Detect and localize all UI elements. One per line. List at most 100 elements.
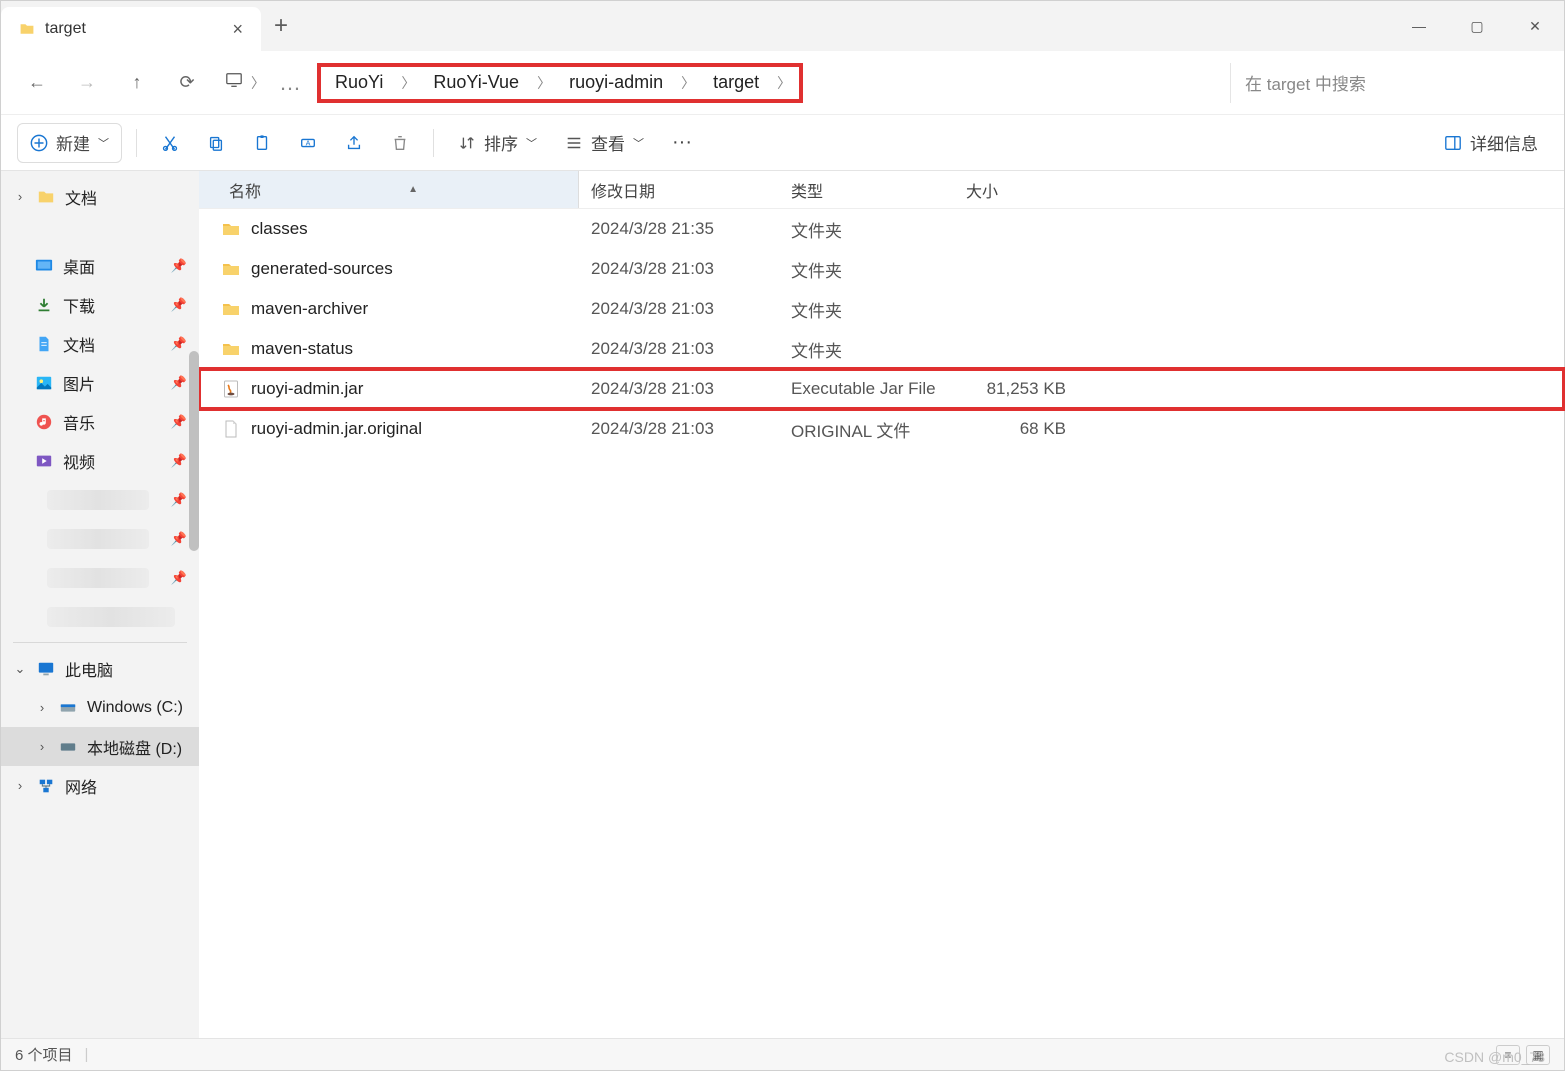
pin-icon: 📌 xyxy=(171,492,187,508)
file-type: ORIGINAL 文件 xyxy=(779,417,954,442)
up-button[interactable]: ↑ xyxy=(115,61,159,105)
details-pane-button[interactable]: 详细信息 xyxy=(1434,123,1548,163)
new-tab-button[interactable]: + xyxy=(261,1,301,51)
sort-ascending-icon: ▲ xyxy=(408,184,418,195)
share-button[interactable] xyxy=(335,123,373,163)
chevron-down-icon: ﹀ xyxy=(633,135,644,151)
monitor-icon xyxy=(225,71,243,94)
tab-close-icon[interactable]: × xyxy=(232,19,243,40)
search-input[interactable]: 在 target 中搜索 xyxy=(1230,63,1550,103)
column-date[interactable]: 修改日期 xyxy=(579,178,779,202)
breadcrumb-part[interactable]: target xyxy=(703,68,769,97)
file-size: 81,253 KB xyxy=(954,379,1084,399)
sidebar-label: Windows (C:) xyxy=(87,699,183,717)
sidebar-item-network[interactable]: › 网络 xyxy=(1,766,199,805)
sidebar-item-desktop[interactable]: 桌面 📌 xyxy=(1,246,199,285)
forward-button[interactable]: → xyxy=(65,61,109,105)
delete-button[interactable] xyxy=(381,123,419,163)
breadcrumb-part[interactable]: ruoyi-admin xyxy=(559,68,673,97)
details-pane-label: 详细信息 xyxy=(1470,130,1538,155)
pin-icon: 📌 xyxy=(171,258,187,274)
file-row[interactable]: ruoyi-admin.jar.original2024/3/28 21:03O… xyxy=(199,409,1564,449)
column-name[interactable]: 名称 ▲ xyxy=(199,171,579,208)
file-type: 文件夹 xyxy=(779,217,954,242)
new-label: 新建 xyxy=(56,130,90,155)
watermark: CSDN @m0_73 xyxy=(1444,1049,1545,1065)
sort-label: 排序 xyxy=(484,130,518,155)
folder-icon xyxy=(221,219,241,239)
chevron-right-icon[interactable]: 〉 xyxy=(677,73,699,93)
picture-icon xyxy=(35,374,53,392)
pin-icon: 📌 xyxy=(171,297,187,313)
file-date: 2024/3/28 21:03 xyxy=(579,419,779,439)
file-row[interactable]: maven-archiver2024/3/28 21:03文件夹 xyxy=(199,289,1564,329)
sidebar-item-blurred[interactable] xyxy=(1,597,199,636)
sort-button[interactable]: 排序 ﹀ xyxy=(448,123,547,163)
back-button[interactable]: ← xyxy=(15,61,59,105)
pin-icon: 📌 xyxy=(171,570,187,586)
chevron-right-icon[interactable]: 〉 xyxy=(247,73,269,93)
sidebar-item-pictures[interactable]: 图片 📌 xyxy=(1,363,199,402)
sidebar-item-drive-d[interactable]: › 本地磁盘 (D:) xyxy=(1,727,199,766)
file-row[interactable]: ruoyi-admin.jar2024/3/28 21:03Executable… xyxy=(199,369,1564,409)
breadcrumb-part[interactable]: RuoYi xyxy=(325,68,393,97)
sidebar-label: 下载 xyxy=(63,293,95,317)
chevron-right-icon: › xyxy=(13,778,27,793)
divider xyxy=(433,129,434,157)
file-size: 68 KB xyxy=(954,419,1084,439)
sidebar-label: 本地磁盘 (D:) xyxy=(87,735,182,759)
folder-icon xyxy=(221,259,241,279)
sidebar-item-music[interactable]: 音乐 📌 xyxy=(1,402,199,441)
rename-button[interactable]: A xyxy=(289,123,327,163)
breadcrumb-part[interactable]: RuoYi-Vue xyxy=(423,68,529,97)
cut-button[interactable] xyxy=(151,123,189,163)
copy-button[interactable] xyxy=(197,123,235,163)
file-name: ruoyi-admin.jar xyxy=(251,379,363,399)
pin-icon: 📌 xyxy=(171,336,187,352)
column-size[interactable]: 大小 xyxy=(954,178,1084,202)
music-icon xyxy=(35,413,53,431)
thispc-icon xyxy=(37,660,55,678)
sidebar-label: 此电脑 xyxy=(65,657,113,681)
file-date: 2024/3/28 21:35 xyxy=(579,219,779,239)
chevron-down-icon: ﹀ xyxy=(526,135,537,151)
tab-target[interactable]: target × xyxy=(1,7,261,51)
paste-button[interactable] xyxy=(243,123,281,163)
sidebar-item-videos[interactable]: 视频 📌 xyxy=(1,441,199,480)
file-row[interactable]: maven-status2024/3/28 21:03文件夹 xyxy=(199,329,1564,369)
sidebar-item-documents-top[interactable]: › 文档 xyxy=(1,177,199,216)
close-button[interactable]: ✕ xyxy=(1506,1,1564,51)
new-button[interactable]: 新建 ﹀ xyxy=(17,123,122,163)
chevron-right-icon[interactable]: 〉 xyxy=(773,73,795,93)
minimize-button[interactable]: — xyxy=(1390,1,1448,51)
more-button[interactable]: ··· xyxy=(662,123,702,163)
file-row[interactable]: generated-sources2024/3/28 21:03文件夹 xyxy=(199,249,1564,289)
sidebar-item-documents[interactable]: 文档 📌 xyxy=(1,324,199,363)
maximize-button[interactable]: ▢ xyxy=(1448,1,1506,51)
sidebar-item-thispc[interactable]: ⌄ 此电脑 xyxy=(1,649,199,688)
folder-icon xyxy=(37,188,55,206)
pin-icon: 📌 xyxy=(171,531,187,547)
file-row[interactable]: classes 2024/3/28 21:35文件夹 xyxy=(199,209,1564,249)
chevron-right-icon[interactable]: 〉 xyxy=(397,73,419,93)
scrollbar-thumb[interactable] xyxy=(189,351,199,551)
sidebar-item-blurred[interactable]: 📌 xyxy=(1,558,199,597)
sidebar-item-blurred[interactable]: 📌 xyxy=(1,480,199,519)
sidebar-item-drive-c[interactable]: › Windows (C:) xyxy=(1,688,199,727)
overflow-ellipsis-icon[interactable]: … xyxy=(273,70,307,96)
file-name: classes xyxy=(251,219,308,239)
chevron-down-icon: ﹀ xyxy=(98,135,109,151)
columns-header: 名称 ▲ 修改日期 类型 大小 xyxy=(199,171,1564,209)
sidebar-item-blurred[interactable]: 📌 xyxy=(1,519,199,558)
network-icon xyxy=(37,777,55,795)
breadcrumb[interactable]: 〉 … xyxy=(215,63,311,103)
desktop-icon xyxy=(35,257,53,275)
file-type: 文件夹 xyxy=(779,257,954,282)
chevron-right-icon[interactable]: 〉 xyxy=(533,73,555,93)
drive-icon xyxy=(59,738,77,756)
view-button[interactable]: 查看 ﹀ xyxy=(555,123,654,163)
chevron-down-icon: ⌄ xyxy=(13,661,27,677)
refresh-button[interactable]: ⟳ xyxy=(165,61,209,105)
column-type[interactable]: 类型 xyxy=(779,178,954,202)
sidebar-item-downloads[interactable]: 下载 📌 xyxy=(1,285,199,324)
